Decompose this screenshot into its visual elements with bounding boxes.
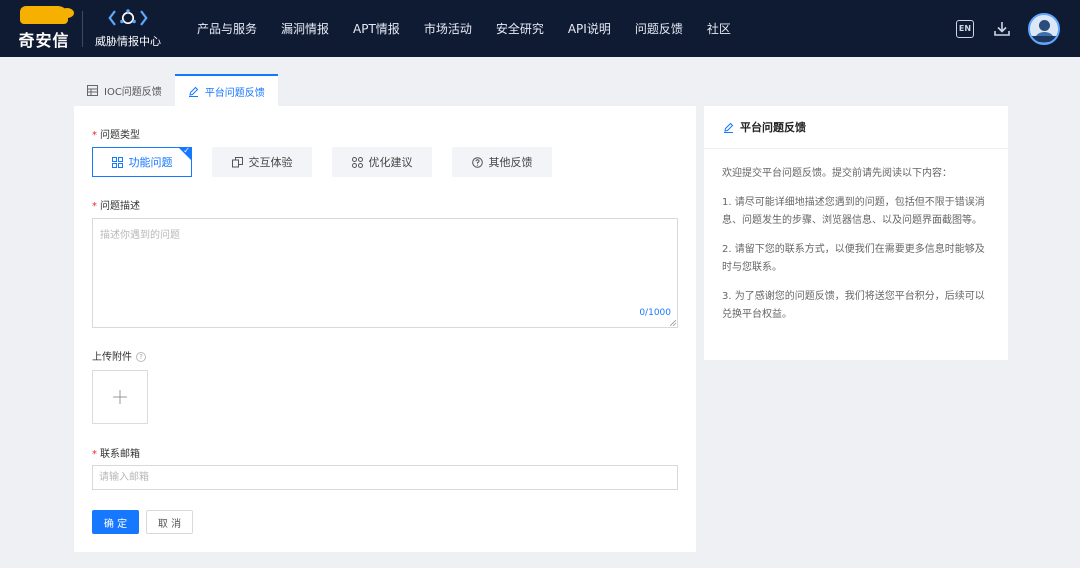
threat-intel-logo-icon <box>108 9 148 26</box>
nav-item-api[interactable]: API说明 <box>568 20 611 37</box>
cancel-button[interactable]: 取 消 <box>146 510 193 534</box>
help-icon[interactable]: ? <box>136 352 146 362</box>
main-nav: 产品与服务 漏洞情报 APT情报 市场活动 安全研究 API说明 问题反馈 社区 <box>197 0 755 57</box>
nav-item-community[interactable]: 社区 <box>707 20 731 37</box>
type-option-function[interactable]: 功能问题 ✓ <box>92 147 192 177</box>
type-option-interaction[interactable]: 交互体验 <box>212 147 312 177</box>
check-icon: ✓ <box>183 146 190 155</box>
nav-item-feedback[interactable]: 问题反馈 <box>635 20 683 37</box>
tab-label: IOC问题反馈 <box>104 86 162 98</box>
info-intro: 欢迎提交平台问题反馈。提交前请先阅读以下内容： <box>722 168 952 179</box>
info-panel-header: 平台问题反馈 <box>704 106 1008 149</box>
top-nav-bar: 奇安信 威胁情报中心 产品与服务 漏洞情报 APT情报 市场活动 安全研究 AP… <box>0 0 1080 57</box>
confirm-button[interactable]: 确 定 <box>92 510 139 534</box>
qax-logo[interactable]: 奇安信 <box>16 6 74 51</box>
info-item-2: 2. 请留下您的联系方式，以便我们在需要更多信息时能够及时与您联系。 <box>722 244 985 273</box>
feedback-tabs: IOC问题反馈 平台问题反馈 <box>74 74 278 106</box>
upload-label: 上传附件? <box>92 348 146 363</box>
copy-icon <box>231 156 243 167</box>
tab-platform-feedback[interactable]: 平台问题反馈 <box>174 74 278 106</box>
type-option-suggestion[interactable]: 优化建议 <box>332 147 432 177</box>
issue-description-textarea[interactable]: 描述你遇到的问题 0/1000 <box>92 218 678 328</box>
description-placeholder: 描述你遇到的问题 <box>100 230 180 241</box>
email-label: * 联系邮箱 <box>92 449 140 460</box>
feedback-form: * 问题类型 功能问题 ✓ 交互体验 优化建议 其他反馈 * 问题描述 描述你遇… <box>74 106 696 552</box>
question-circle-icon <box>471 156 483 168</box>
email-field[interactable] <box>92 465 678 490</box>
brand-divider <box>82 10 83 47</box>
brand[interactable]: 奇安信 威胁情报中心 <box>0 0 161 57</box>
resize-handle-icon[interactable] <box>670 320 676 326</box>
tab-ioc-feedback[interactable]: IOC问题反馈 <box>74 74 175 106</box>
nav-item-products[interactable]: 产品与服务 <box>197 20 257 37</box>
table-icon <box>87 84 98 96</box>
mascot-icon <box>20 6 74 24</box>
avatar[interactable] <box>1028 12 1060 45</box>
nav-item-events[interactable]: 市场活动 <box>424 20 472 37</box>
info-item-1: 1. 请尽可能详细地描述您遇到的问题，包括但不限于错误消息、问题发生的步骤、浏览… <box>722 197 985 226</box>
info-panel-body: 欢迎提交平台问题反馈。提交前请先阅读以下内容： 1. 请尽可能详细地描述您遇到的… <box>704 149 1008 324</box>
issue-desc-label: * 问题描述 <box>92 201 140 212</box>
plus-icon <box>113 390 127 404</box>
nav-item-apt[interactable]: APT情报 <box>353 20 400 37</box>
edit-icon <box>724 122 734 133</box>
grid-icon <box>111 156 123 168</box>
info-panel-title: 平台问题反馈 <box>740 121 806 134</box>
info-item-3: 3. 为了感谢您的问题反馈，我们将送您平台积分，后续可以兑换平台权益。 <box>722 291 985 320</box>
upload-attachment-button[interactable] <box>92 370 148 424</box>
nav-item-vulnerabilities[interactable]: 漏洞情报 <box>281 20 329 37</box>
char-counter: 0/1000 <box>639 308 671 318</box>
ti-logo[interactable]: 威胁情报中心 <box>95 8 161 49</box>
company-name: 奇安信 <box>18 31 70 50</box>
nav-item-research[interactable]: 安全研究 <box>496 20 544 37</box>
language-switch-button[interactable]: EN <box>956 19 974 38</box>
feedback-info-panel: 平台问题反馈 欢迎提交平台问题反馈。提交前请先阅读以下内容： 1. 请尽可能详细… <box>704 106 1008 360</box>
tab-label: 平台问题反馈 <box>204 87 265 99</box>
download-icon[interactable] <box>992 19 1012 39</box>
issue-type-options: 功能问题 ✓ 交互体验 优化建议 其他反馈 <box>92 147 572 177</box>
edit-icon <box>188 86 199 97</box>
product-name: 威胁情报中心 <box>95 35 161 48</box>
nav-right-tools: EN <box>956 0 1060 57</box>
issue-type-label: * 问题类型 <box>92 130 140 141</box>
nodes-icon <box>351 156 363 168</box>
type-option-other[interactable]: 其他反馈 <box>452 147 552 177</box>
